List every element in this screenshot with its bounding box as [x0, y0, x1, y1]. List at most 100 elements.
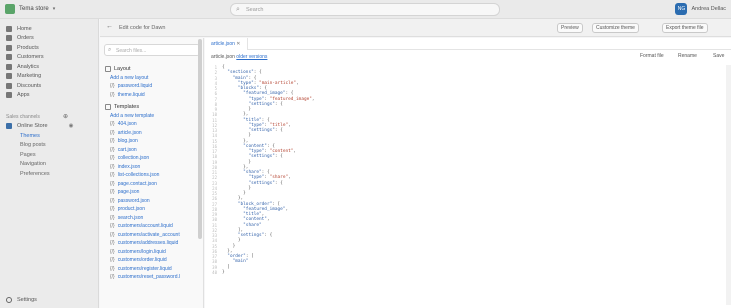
file-path-name: article.json: [211, 54, 235, 60]
file-item[interactable]: {/} password.json: [105, 197, 201, 206]
nav-label: Customers: [17, 54, 44, 61]
nav-sub-navigation[interactable]: Navigation: [0, 160, 98, 170]
search-placeholder: Search: [246, 7, 264, 13]
file-item[interactable]: {/} customers/register.liquid: [105, 265, 201, 274]
store-icon: [6, 123, 12, 129]
file-search-placeholder: Search files...: [116, 48, 147, 54]
file-icon: {/}: [110, 189, 115, 196]
section-label: Sales channels: [6, 113, 40, 120]
code-line: }: [222, 269, 225, 275]
file-item[interactable]: {/} page.json: [105, 188, 201, 197]
nav-sub-themes[interactable]: Themes: [0, 131, 98, 141]
file-icon: {/}: [110, 265, 115, 272]
file-item[interactable]: {/} password.liquid: [105, 82, 201, 91]
file-icon: {/}: [110, 172, 115, 179]
global-search-input[interactable]: ⌕ Search: [230, 3, 500, 16]
file-search-input[interactable]: ⌕ Search files...: [104, 44, 200, 56]
eye-icon[interactable]: ◉: [69, 123, 74, 129]
file-item[interactable]: {/} index.json: [105, 163, 201, 172]
nav-item-discounts[interactable]: Discounts: [0, 81, 98, 91]
editor-tab-bar: article.json ✕: [205, 38, 731, 50]
nav-sub-blog-posts[interactable]: Blog posts: [0, 141, 98, 151]
tab-article-json[interactable]: article.json ✕: [205, 38, 248, 50]
add-template-link[interactable]: Add a new template: [105, 112, 201, 120]
file-name: page.json: [117, 189, 140, 196]
file-name: customers/account.liquid: [117, 223, 173, 230]
close-icon[interactable]: ✕: [236, 41, 240, 47]
file-item[interactable]: {/} 404.json: [105, 120, 201, 129]
line-number: 40: [212, 269, 217, 275]
nav-item-orders[interactable]: Orders: [0, 34, 98, 44]
customize-theme-button[interactable]: Customize theme: [592, 23, 639, 33]
file-name: index.json: [117, 163, 141, 170]
nav-sub-pages[interactable]: Pages: [0, 150, 98, 160]
file-name: collection.json: [117, 155, 150, 162]
add-layout-link[interactable]: Add a new layout: [105, 74, 201, 82]
file-item[interactable]: {/} product.json: [105, 205, 201, 214]
file-list-scrollbar[interactable]: [198, 39, 202, 239]
file-item[interactable]: {/} customers/account.liquid: [105, 222, 201, 231]
nav-item-products[interactable]: Products: [0, 43, 98, 53]
file-name: password.liquid: [117, 83, 153, 90]
nav-item-analytics[interactable]: Analytics: [0, 62, 98, 72]
file-item[interactable]: {/} customers/order.liquid: [105, 256, 201, 265]
file-item[interactable]: {/} customers/activate_account: [105, 231, 201, 240]
older-versions-link[interactable]: older versions: [236, 54, 267, 60]
nav-item-marketing[interactable]: Marketing: [0, 72, 98, 82]
gear-icon: [6, 297, 12, 303]
file-name: blog.json: [117, 138, 138, 145]
nav-item-home[interactable]: Home: [0, 24, 98, 34]
file-item[interactable]: {/} theme.liquid: [105, 91, 201, 100]
file-icon: {/}: [110, 146, 115, 153]
file-item[interactable]: {/} customers/login.liquid: [105, 248, 201, 257]
file-name: cart.json: [117, 146, 137, 153]
bar-chart-icon: [6, 63, 12, 70]
user-menu[interactable]: NG Andrea Dellac: [675, 3, 726, 15]
file-name: article.json: [117, 129, 142, 136]
folder-name: Layout: [114, 66, 131, 72]
rename-button[interactable]: Rename: [678, 53, 697, 59]
folder-layout[interactable]: Layout: [105, 64, 201, 74]
file-item[interactable]: {/} customers/addresses.liquid: [105, 239, 201, 248]
nav-item-online-store[interactable]: Online Store ◉: [0, 121, 98, 131]
nav-item-customers[interactable]: Customers: [0, 53, 98, 63]
folder-templates[interactable]: Templates: [105, 102, 201, 112]
file-icon: {/}: [110, 155, 115, 162]
save-button[interactable]: Save: [713, 53, 724, 59]
format-file-button[interactable]: Format file: [640, 53, 664, 59]
file-item[interactable]: {/} blog.json: [105, 137, 201, 146]
file-item[interactable]: {/} list-collections.json: [105, 171, 201, 180]
file-name: customers/activate_account: [117, 231, 180, 238]
back-arrow-icon[interactable]: ←: [106, 23, 116, 33]
apps-icon: [6, 92, 12, 99]
file-item[interactable]: {/} article.json: [105, 129, 201, 138]
store-switcher[interactable]: Tema store ▾: [5, 4, 55, 14]
file-icon: {/}: [110, 138, 115, 145]
top-bar: Tema store ▾ ⌕ Search NG Andrea Dellac: [0, 0, 731, 19]
file-icon: {/}: [110, 240, 115, 247]
editor-scrollbar[interactable]: [726, 65, 731, 305]
nav-item-apps[interactable]: Apps: [0, 91, 98, 101]
export-theme-button[interactable]: Export theme file: [662, 23, 708, 33]
file-item[interactable]: {/} search.json: [105, 214, 201, 223]
channel-label: Online Store: [17, 123, 48, 129]
file-item[interactable]: {/} customers/reset_password.l: [105, 273, 201, 282]
nav-label: Home: [17, 25, 32, 32]
line-number-gutter: 1 2 3 4 5 6 7 8 9 10 11 12 13 14 15 16 17 18 19 20 21 22 23 24 2…: [207, 65, 217, 275]
file-item[interactable]: {/} cart.json: [105, 146, 201, 155]
file-item[interactable]: {/} page.contact.json: [105, 180, 201, 189]
file-name: search.json: [117, 214, 144, 221]
page-title: Edit code for Dawn: [119, 25, 166, 31]
nav-label: Orders: [17, 35, 34, 42]
preview-button[interactable]: Preview: [557, 23, 583, 33]
nav-sub-preferences[interactable]: Preferences: [0, 169, 98, 179]
file-icon: {/}: [110, 206, 115, 213]
tag-icon: [6, 44, 12, 51]
file-item[interactable]: {/} collection.json: [105, 154, 201, 163]
file-icon: {/}: [110, 129, 115, 136]
add-channel-icon[interactable]: ⊕: [63, 113, 68, 120]
sales-channels-heading: Sales channels ⊕: [0, 112, 98, 121]
file-icon: {/}: [110, 231, 115, 238]
nav-item-settings[interactable]: Settings: [6, 297, 37, 303]
file-icon: {/}: [110, 163, 115, 170]
